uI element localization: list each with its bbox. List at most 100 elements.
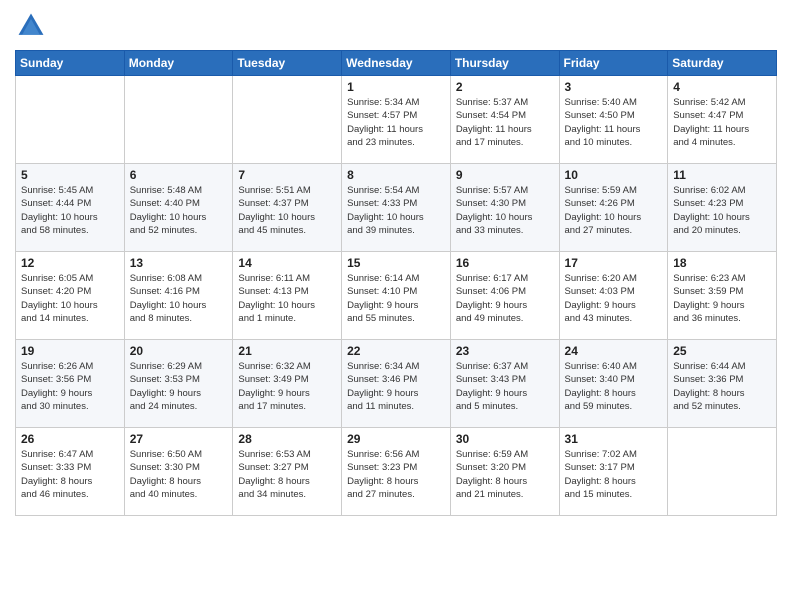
day-number: 10 bbox=[565, 168, 663, 182]
day-info: Sunrise: 6:26 AM Sunset: 3:56 PM Dayligh… bbox=[21, 360, 119, 413]
calendar-cell: 19 Sunrise: 6:26 AM Sunset: 3:56 PM Dayli… bbox=[16, 340, 125, 428]
day-info: Sunrise: 6:34 AM Sunset: 3:46 PM Dayligh… bbox=[347, 360, 445, 413]
day-number: 18 bbox=[673, 256, 771, 270]
day-info: Sunrise: 6:47 AM Sunset: 3:33 PM Dayligh… bbox=[21, 448, 119, 501]
day-info: Sunrise: 6:44 AM Sunset: 3:36 PM Dayligh… bbox=[673, 360, 771, 413]
header bbox=[15, 10, 777, 42]
day-info: Sunrise: 6:02 AM Sunset: 4:23 PM Dayligh… bbox=[673, 184, 771, 237]
calendar-cell: 17 Sunrise: 6:20 AM Sunset: 4:03 PM Dayli… bbox=[559, 252, 668, 340]
calendar-cell: 20Sunrise: 6:29 AM Sunset: 3:53 PM Dayli… bbox=[124, 340, 233, 428]
weekday-header: Thursday bbox=[450, 51, 559, 76]
calendar-cell: 27 Sunrise: 6:50 AM Sunset: 3:30 PM Dayli… bbox=[124, 428, 233, 516]
calendar-cell: 23 Sunrise: 6:37 AM Sunset: 3:43 PM Dayli… bbox=[450, 340, 559, 428]
day-number: 17 bbox=[565, 256, 663, 270]
day-number: 4 bbox=[673, 80, 771, 94]
calendar-week-row: 19 Sunrise: 6:26 AM Sunset: 3:56 PM Dayli… bbox=[16, 340, 777, 428]
calendar-cell: 13Sunrise: 6:08 AM Sunset: 4:16 PM Dayli… bbox=[124, 252, 233, 340]
day-info: Sunrise: 7:02 AM Sunset: 3:17 PM Dayligh… bbox=[565, 448, 663, 501]
day-info: Sunrise: 6:05 AM Sunset: 4:20 PM Dayligh… bbox=[21, 272, 119, 325]
weekday-header: Sunday bbox=[16, 51, 125, 76]
day-info: Sunrise: 5:40 AM Sunset: 4:50 PM Dayligh… bbox=[565, 96, 663, 149]
weekday-header: Saturday bbox=[668, 51, 777, 76]
day-info: Sunrise: 6:32 AM Sunset: 3:49 PM Dayligh… bbox=[238, 360, 336, 413]
day-number: 9 bbox=[456, 168, 554, 182]
weekday-header: Friday bbox=[559, 51, 668, 76]
calendar-cell: 6Sunrise: 5:48 AM Sunset: 4:40 PM Daylig… bbox=[124, 164, 233, 252]
day-info: Sunrise: 5:42 AM Sunset: 4:47 PM Dayligh… bbox=[673, 96, 771, 149]
day-number: 25 bbox=[673, 344, 771, 358]
day-info: Sunrise: 5:57 AM Sunset: 4:30 PM Dayligh… bbox=[456, 184, 554, 237]
day-number: 21 bbox=[238, 344, 336, 358]
day-number: 15 bbox=[347, 256, 445, 270]
day-number: 28 bbox=[238, 432, 336, 446]
day-number: 22 bbox=[347, 344, 445, 358]
calendar-week-row: 26 Sunrise: 6:47 AM Sunset: 3:33 PM Dayli… bbox=[16, 428, 777, 516]
day-number: 14 bbox=[238, 256, 336, 270]
calendar-cell: 4 Sunrise: 5:42 AM Sunset: 4:47 PM Daylig… bbox=[668, 76, 777, 164]
calendar-week-row: 12 Sunrise: 6:05 AM Sunset: 4:20 PM Dayli… bbox=[16, 252, 777, 340]
day-number: 31 bbox=[565, 432, 663, 446]
day-number: 29 bbox=[347, 432, 445, 446]
day-info: Sunrise: 6:20 AM Sunset: 4:03 PM Dayligh… bbox=[565, 272, 663, 325]
page: SundayMondayTuesdayWednesdayThursdayFrid… bbox=[0, 0, 792, 612]
calendar-cell: 12 Sunrise: 6:05 AM Sunset: 4:20 PM Dayli… bbox=[16, 252, 125, 340]
day-number: 30 bbox=[456, 432, 554, 446]
calendar-cell: 7 Sunrise: 5:51 AM Sunset: 4:37 PM Daylig… bbox=[233, 164, 342, 252]
day-number: 19 bbox=[21, 344, 119, 358]
day-info: Sunrise: 5:59 AM Sunset: 4:26 PM Dayligh… bbox=[565, 184, 663, 237]
day-number: 6 bbox=[130, 168, 228, 182]
calendar-cell: 10 Sunrise: 5:59 AM Sunset: 4:26 PM Dayli… bbox=[559, 164, 668, 252]
logo-icon bbox=[15, 10, 47, 42]
day-number: 16 bbox=[456, 256, 554, 270]
weekday-header: Wednesday bbox=[342, 51, 451, 76]
calendar-cell: 29 Sunrise: 6:56 AM Sunset: 3:23 PM Dayli… bbox=[342, 428, 451, 516]
calendar-cell: 3 Sunrise: 5:40 AM Sunset: 4:50 PM Daylig… bbox=[559, 76, 668, 164]
day-number: 7 bbox=[238, 168, 336, 182]
day-info: Sunrise: 6:37 AM Sunset: 3:43 PM Dayligh… bbox=[456, 360, 554, 413]
calendar-cell: 26 Sunrise: 6:47 AM Sunset: 3:33 PM Dayli… bbox=[16, 428, 125, 516]
weekday-header: Tuesday bbox=[233, 51, 342, 76]
day-number: 11 bbox=[673, 168, 771, 182]
calendar-cell: 14Sunrise: 6:11 AM Sunset: 4:13 PM Dayli… bbox=[233, 252, 342, 340]
day-number: 8 bbox=[347, 168, 445, 182]
day-number: 20 bbox=[130, 344, 228, 358]
day-number: 5 bbox=[21, 168, 119, 182]
day-info: Sunrise: 5:37 AM Sunset: 4:54 PM Dayligh… bbox=[456, 96, 554, 149]
day-info: Sunrise: 6:17 AM Sunset: 4:06 PM Dayligh… bbox=[456, 272, 554, 325]
calendar-cell: 11 Sunrise: 6:02 AM Sunset: 4:23 PM Dayli… bbox=[668, 164, 777, 252]
calendar-cell: 5Sunrise: 5:45 AM Sunset: 4:44 PM Daylig… bbox=[16, 164, 125, 252]
calendar-cell: 31 Sunrise: 7:02 AM Sunset: 3:17 PM Dayli… bbox=[559, 428, 668, 516]
day-info: Sunrise: 6:59 AM Sunset: 3:20 PM Dayligh… bbox=[456, 448, 554, 501]
day-info: Sunrise: 5:51 AM Sunset: 4:37 PM Dayligh… bbox=[238, 184, 336, 237]
calendar: SundayMondayTuesdayWednesdayThursdayFrid… bbox=[15, 50, 777, 516]
calendar-cell: 28 Sunrise: 6:53 AM Sunset: 3:27 PM Dayli… bbox=[233, 428, 342, 516]
day-number: 23 bbox=[456, 344, 554, 358]
calendar-cell: 25 Sunrise: 6:44 AM Sunset: 3:36 PM Dayli… bbox=[668, 340, 777, 428]
calendar-cell: 8 Sunrise: 5:54 AM Sunset: 4:33 PM Daylig… bbox=[342, 164, 451, 252]
day-info: Sunrise: 6:23 AM Sunset: 3:59 PM Dayligh… bbox=[673, 272, 771, 325]
calendar-cell: 18 Sunrise: 6:23 AM Sunset: 3:59 PM Dayli… bbox=[668, 252, 777, 340]
calendar-week-row: 1Sunrise: 5:34 AM Sunset: 4:57 PM Daylig… bbox=[16, 76, 777, 164]
day-info: Sunrise: 6:14 AM Sunset: 4:10 PM Dayligh… bbox=[347, 272, 445, 325]
day-info: Sunrise: 5:54 AM Sunset: 4:33 PM Dayligh… bbox=[347, 184, 445, 237]
day-info: Sunrise: 6:08 AM Sunset: 4:16 PM Dayligh… bbox=[130, 272, 228, 325]
calendar-cell bbox=[668, 428, 777, 516]
calendar-cell: 16 Sunrise: 6:17 AM Sunset: 4:06 PM Dayli… bbox=[450, 252, 559, 340]
day-number: 26 bbox=[21, 432, 119, 446]
calendar-cell: 21 Sunrise: 6:32 AM Sunset: 3:49 PM Dayli… bbox=[233, 340, 342, 428]
logo bbox=[15, 10, 51, 42]
day-number: 27 bbox=[130, 432, 228, 446]
calendar-cell bbox=[233, 76, 342, 164]
day-number: 2 bbox=[456, 80, 554, 94]
day-info: Sunrise: 6:50 AM Sunset: 3:30 PM Dayligh… bbox=[130, 448, 228, 501]
day-info: Sunrise: 6:40 AM Sunset: 3:40 PM Dayligh… bbox=[565, 360, 663, 413]
day-number: 24 bbox=[565, 344, 663, 358]
calendar-cell: 1Sunrise: 5:34 AM Sunset: 4:57 PM Daylig… bbox=[342, 76, 451, 164]
calendar-cell: 2 Sunrise: 5:37 AM Sunset: 4:54 PM Daylig… bbox=[450, 76, 559, 164]
calendar-cell bbox=[16, 76, 125, 164]
day-info: Sunrise: 6:56 AM Sunset: 3:23 PM Dayligh… bbox=[347, 448, 445, 501]
weekday-header: Monday bbox=[124, 51, 233, 76]
day-number: 12 bbox=[21, 256, 119, 270]
day-number: 3 bbox=[565, 80, 663, 94]
day-info: Sunrise: 6:53 AM Sunset: 3:27 PM Dayligh… bbox=[238, 448, 336, 501]
